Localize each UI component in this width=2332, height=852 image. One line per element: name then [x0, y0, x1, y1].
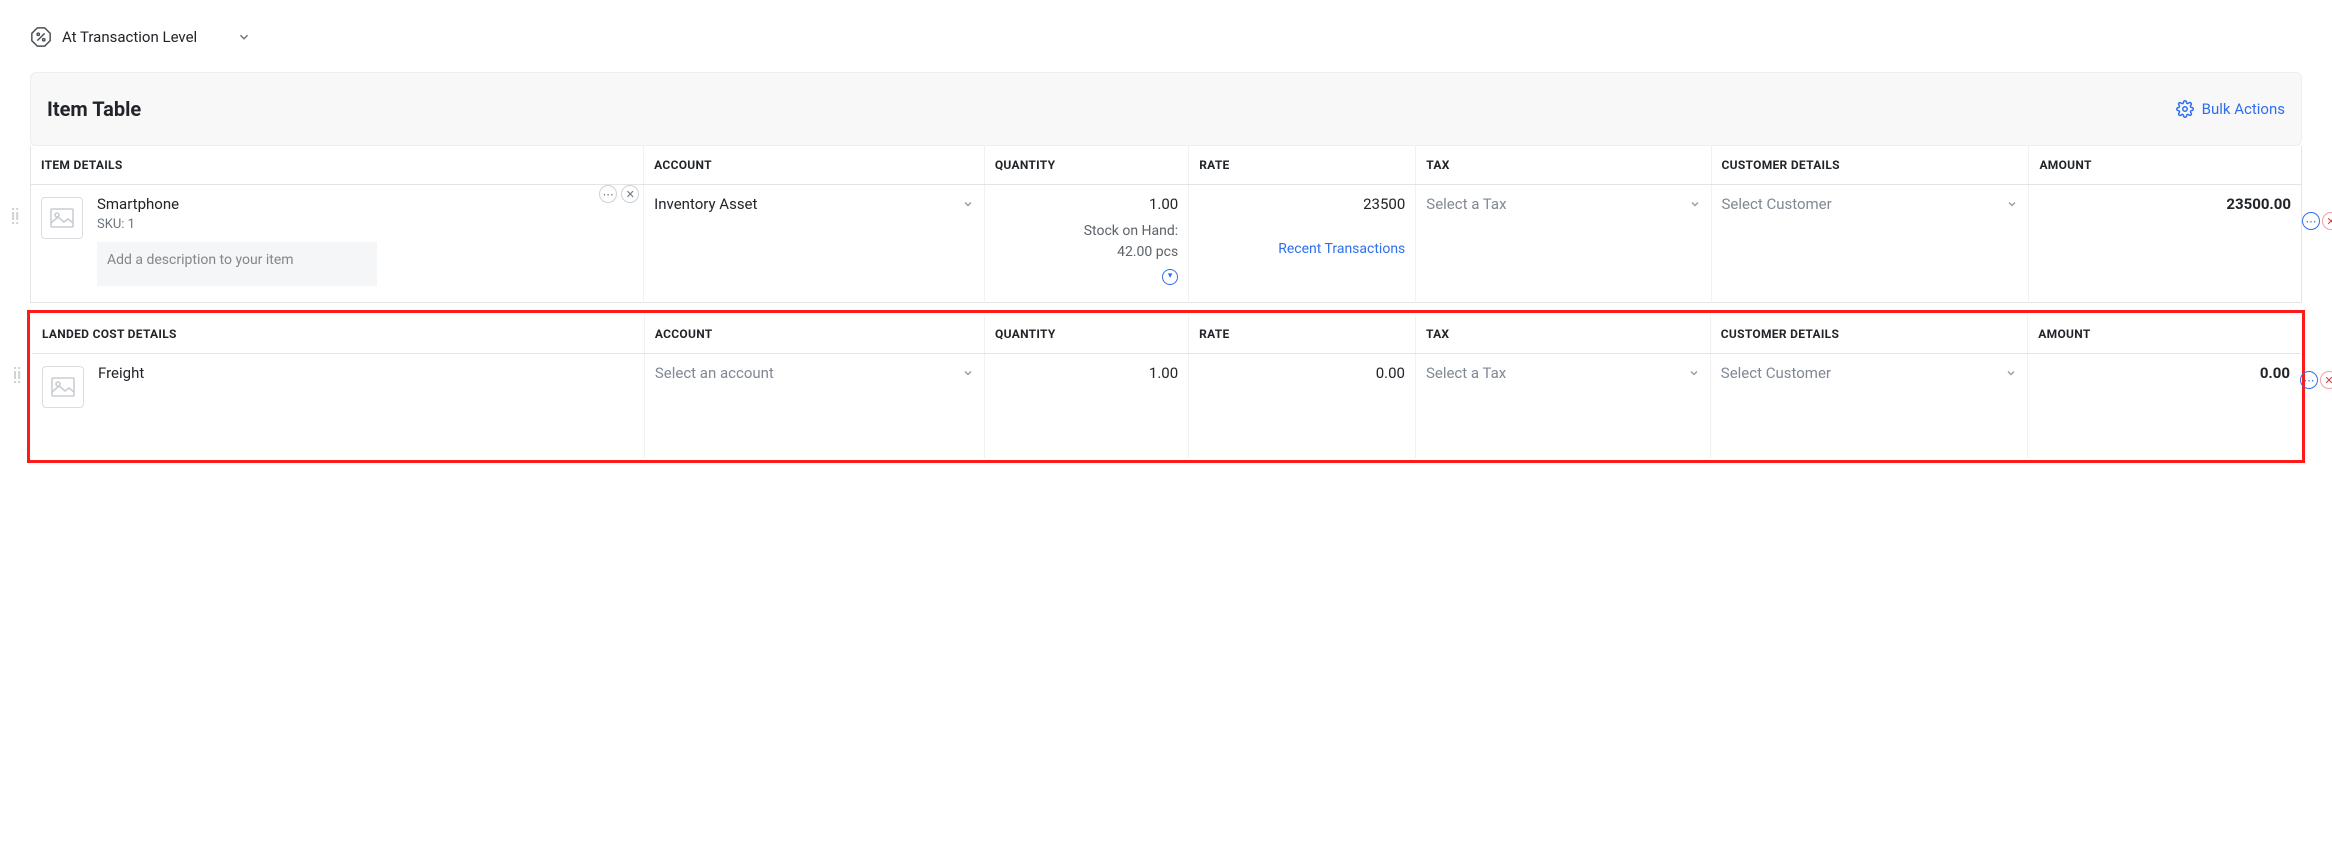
tax-select[interactable]: Select a Tax: [1426, 364, 1700, 382]
account-select[interactable]: Inventory Asset: [654, 195, 974, 213]
col-rate: RATE: [1189, 315, 1416, 354]
quantity-value[interactable]: 1.00: [995, 195, 1178, 213]
item-clear-icon[interactable]: ✕: [621, 185, 639, 203]
col-tax: TAX: [1415, 315, 1710, 354]
col-customer: CUSTOMER DETAILS: [1711, 146, 2029, 185]
col-quantity: QUANTITY: [984, 146, 1188, 185]
image-placeholder-icon: [42, 366, 84, 408]
rate-value[interactable]: 0.00: [1189, 354, 1416, 459]
col-customer: CUSTOMER DETAILS: [1710, 315, 2028, 354]
gear-icon: [2176, 100, 2194, 118]
col-quantity: QUANTITY: [985, 315, 1189, 354]
item-description-input[interactable]: [97, 242, 377, 286]
account-placeholder: Select an account: [655, 364, 774, 382]
bulk-actions-label: Bulk Actions: [2202, 100, 2285, 118]
customer-select[interactable]: Select Customer: [1721, 364, 2018, 382]
item-table: ITEM DETAILS ACCOUNT QUANTITY RATE TAX C…: [30, 146, 2302, 303]
discount-icon: [30, 26, 52, 48]
customer-placeholder: Select Customer: [1722, 195, 1832, 213]
row-delete-button[interactable]: ✕: [2320, 371, 2332, 389]
chevron-down-icon: [2006, 198, 2018, 210]
landed-cost-table: LANDED COST DETAILS ACCOUNT QUANTITY RAT…: [32, 315, 2300, 458]
row-delete-button[interactable]: ✕: [2322, 212, 2332, 230]
tax-placeholder: Select a Tax: [1426, 364, 1506, 382]
tax-select[interactable]: Select a Tax: [1426, 195, 1700, 213]
item-sku: SKU: 1: [97, 217, 377, 232]
col-amount: AMOUNT: [2029, 146, 2302, 185]
item-more-icon[interactable]: ⋯: [599, 185, 617, 203]
chevron-down-icon: [1689, 198, 1701, 210]
landed-item-name: Freight: [98, 364, 144, 382]
col-amount: AMOUNT: [2028, 315, 2300, 354]
stock-on-hand-label: Stock on Hand:: [995, 221, 1178, 242]
account-value: Inventory Asset: [654, 195, 757, 213]
item-table-panel-header: Item Table Bulk Actions: [30, 72, 2302, 146]
col-landed-details: LANDED COST DETAILS: [32, 315, 644, 354]
col-rate: RATE: [1189, 146, 1416, 185]
account-select[interactable]: Select an account: [655, 364, 974, 382]
col-account: ACCOUNT: [644, 146, 985, 185]
page-title: Item Table: [47, 97, 141, 121]
expand-stock-icon[interactable]: ▾: [1162, 269, 1178, 285]
tax-placeholder: Select a Tax: [1426, 195, 1506, 213]
col-tax: TAX: [1416, 146, 1711, 185]
col-item-details: ITEM DETAILS: [31, 146, 644, 185]
col-account: ACCOUNT: [644, 315, 984, 354]
bulk-actions-button[interactable]: Bulk Actions: [2176, 100, 2285, 118]
drag-handle-icon[interactable]: ⠿⠿: [10, 212, 17, 224]
row-more-button[interactable]: ⋯: [2300, 371, 2318, 389]
drag-handle-icon[interactable]: ⠿⠿: [12, 371, 19, 383]
recent-transactions-link[interactable]: Recent Transactions: [1278, 241, 1405, 257]
chevron-down-icon: [2005, 367, 2017, 379]
transaction-level-label: At Transaction Level: [62, 28, 197, 46]
stock-on-hand-value: 42.00 pcs: [995, 242, 1178, 263]
table-row: ⋯ ✕ Smartphone SKU: 1: [31, 185, 2302, 303]
table-row: Freight Select an account 1.00 0.00: [32, 354, 2300, 459]
chevron-down-icon: [1688, 367, 1700, 379]
customer-select[interactable]: Select Customer: [1722, 195, 2019, 213]
chevron-down-icon: [237, 30, 251, 44]
amount-value: 0.00: [2028, 354, 2300, 459]
amount-value: 23500.00: [2029, 185, 2302, 303]
customer-placeholder: Select Customer: [1721, 364, 1831, 382]
item-name: Smartphone: [97, 195, 377, 213]
quantity-value[interactable]: 1.00: [985, 354, 1189, 459]
row-more-button[interactable]: ⋯: [2302, 212, 2320, 230]
transaction-level-select[interactable]: At Transaction Level: [30, 20, 251, 54]
chevron-down-icon: [962, 367, 974, 379]
rate-value[interactable]: 23500: [1199, 195, 1405, 213]
chevron-down-icon: [962, 198, 974, 210]
image-placeholder-icon: [41, 197, 83, 239]
